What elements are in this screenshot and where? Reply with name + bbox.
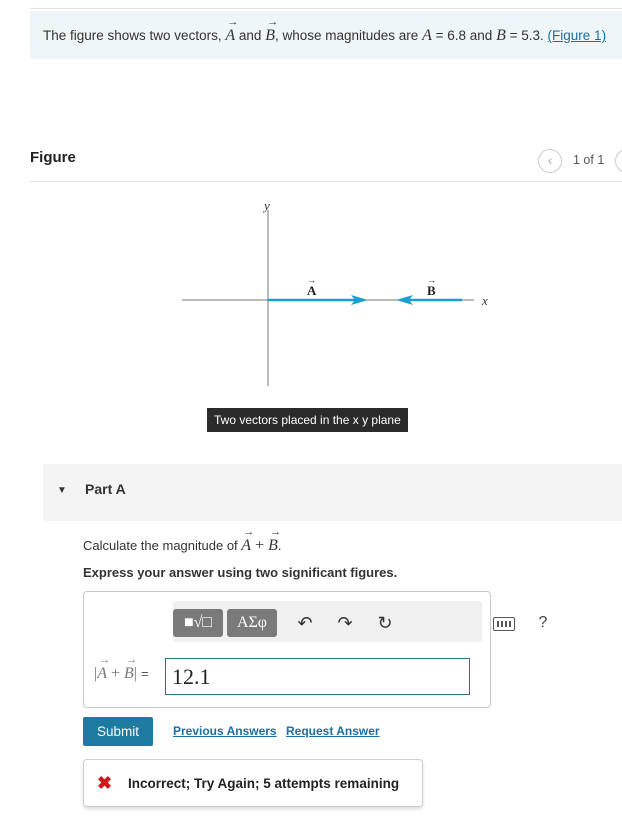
y-axis-label: y [262,198,270,213]
answer-input[interactable] [165,658,470,695]
question-vector-a: A [241,537,251,554]
previous-answers-link[interactable]: Previous Answers [173,724,277,738]
vector-b-label: B [427,283,436,298]
part-a-title: Part A [85,481,126,497]
vector-b-label-arrow: → [427,275,436,285]
next-figure-button[interactable]: › [615,149,622,173]
vector-a-label-arrow: → [307,275,316,285]
previous-figure-button[interactable]: ‹ [538,149,562,173]
question-prefix: Calculate the magnitude of [83,538,238,553]
vector-b-symbol: B [265,27,275,44]
question-vector-b: B [268,537,278,554]
reset-icon[interactable]: ↻ [373,611,397,635]
math-toolbar: ■√□ ΑΣφ ↶ ↷ ↻ ? [173,601,547,642]
collapse-triangle-icon[interactable]: ▼ [57,485,67,496]
problem-magnitudes-text: , whose magnitudes are [274,28,419,43]
problem-statement: The figure shows two vectors, A and B, w… [30,11,622,59]
figure-caption: Two vectors placed in the x y plane [207,408,408,432]
magnitude-a-value: = 6.8 and [435,28,493,43]
problem-and: and [238,28,262,43]
keyboard-icon[interactable] [493,617,515,631]
figure-heading: Figure [30,149,76,166]
redo-icon[interactable]: ↷ [333,611,357,635]
magnitude-b-value: = 5.3. [509,28,544,43]
feedback-box: ✖ Incorrect; Try Again; 5 attempts remai… [83,759,423,807]
figure-link[interactable]: (Figure 1) [548,28,607,43]
part-a-header[interactable]: ▼ Part A [43,464,622,521]
problem-intro: The figure shows two vectors, [43,28,222,43]
expr-equals: = [141,666,149,681]
question-plus: + [251,537,269,554]
answer-panel: ■√□ ΑΣφ ↶ ↷ ↻ ? |A + B| = [83,591,547,708]
undo-icon[interactable]: ↶ [293,611,317,635]
figure-pager-label: 1 of 1 [573,153,605,167]
question-text: Calculate the magnitude of A + B. [83,537,282,555]
expr-vector-b: B [124,665,134,682]
expr-plus: + [106,665,125,682]
top-divider [30,8,622,9]
incorrect-x-icon: ✖ [97,773,113,793]
help-button[interactable]: ? [533,611,553,635]
question-period: . [277,538,282,553]
expr-vector-a: A [97,665,107,682]
vector-a-label: A [307,283,317,298]
request-answer-link[interactable]: Request Answer [286,724,380,738]
figure-divider [30,181,622,182]
x-axis-label: x [481,293,488,308]
magnitude-b-symbol: B [496,27,506,44]
templates-button[interactable]: ■√□ [173,609,223,637]
submit-button[interactable]: Submit [83,717,153,746]
feedback-message: Incorrect; Try Again; 5 attempts remaini… [128,776,400,791]
instruction-text: Express your answer using two significan… [83,565,398,580]
abs-bar-right: | [133,665,137,682]
greek-symbols-button[interactable]: ΑΣφ [227,609,277,637]
magnitude-a-symbol: A [422,27,432,44]
answer-expression: |A + B| = [94,665,149,683]
vector-figure: y x A → B → [182,198,488,386]
vector-a-symbol: A [225,27,235,44]
